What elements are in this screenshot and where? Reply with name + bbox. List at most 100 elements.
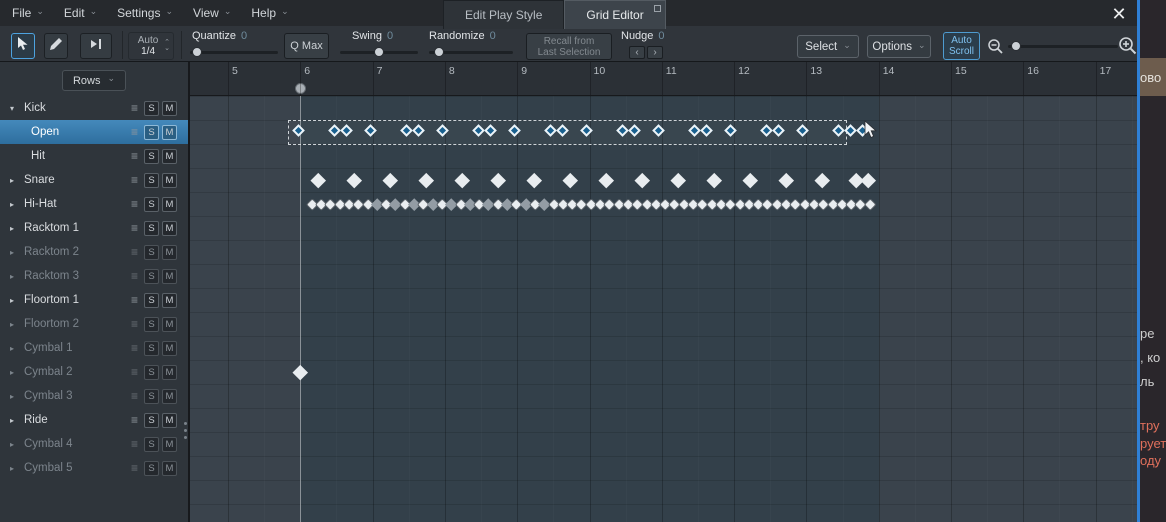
solo-button[interactable]: S xyxy=(144,364,159,380)
mute-button[interactable]: M xyxy=(162,364,177,380)
options-dropdown[interactable]: Options ⌄ xyxy=(867,35,931,58)
row-floortom-2[interactable]: ▸ Floortom 2 ≡ S M xyxy=(0,312,188,336)
solo-button[interactable]: S xyxy=(144,124,159,140)
auto-scroll-toggle[interactable]: Auto Scroll xyxy=(943,32,980,60)
chevron-right-icon[interactable]: ▸ xyxy=(10,176,21,185)
chevron-right-icon[interactable]: ▸ xyxy=(10,296,21,305)
row-menu-icon[interactable]: ≡ xyxy=(131,293,138,307)
menu-settings[interactable]: Settings ⌄ xyxy=(117,6,173,21)
swing-slider-knob[interactable] xyxy=(374,47,384,57)
row-cymbal-1[interactable]: ▸ Cymbal 1 ≡ S M xyxy=(0,336,188,360)
popout-icon[interactable] xyxy=(653,5,661,12)
randomize-slider[interactable] xyxy=(429,46,513,58)
chevron-right-icon[interactable]: ▸ xyxy=(10,392,21,401)
mute-button[interactable]: M xyxy=(162,292,177,308)
solo-button[interactable]: S xyxy=(144,172,159,188)
row-ride[interactable]: ▸ Ride ≡ S M xyxy=(0,408,188,432)
solo-button[interactable]: S xyxy=(144,388,159,404)
solo-button[interactable]: S xyxy=(144,268,159,284)
solo-button[interactable]: S xyxy=(144,196,159,212)
menu-edit[interactable]: Edit ⌄ xyxy=(64,6,97,21)
menu-help[interactable]: Help ⌄ xyxy=(251,6,288,21)
row-floortom-1[interactable]: ▸ Floortom 1 ≡ S M xyxy=(0,288,188,312)
randomize-slider-knob[interactable] xyxy=(434,47,444,57)
menu-file[interactable]: File ⌄ xyxy=(12,6,44,21)
mute-button[interactable]: M xyxy=(162,436,177,452)
solo-button[interactable]: S xyxy=(144,340,159,356)
chevron-right-icon[interactable]: ▸ xyxy=(10,248,21,257)
row-cymbal-5[interactable]: ▸ Cymbal 5 ≡ S M xyxy=(0,456,188,480)
mute-button[interactable]: M xyxy=(162,316,177,332)
swing-slider[interactable] xyxy=(340,46,418,58)
chevron-right-icon[interactable]: ▸ xyxy=(10,416,21,425)
menu-view[interactable]: View ⌄ xyxy=(193,6,231,21)
mute-button[interactable]: M xyxy=(162,100,177,116)
row-menu-icon[interactable]: ≡ xyxy=(131,125,138,139)
mute-button[interactable]: M xyxy=(162,196,177,212)
pointer-tool-button[interactable] xyxy=(11,33,35,59)
mute-button[interactable]: M xyxy=(162,388,177,404)
auto-grid-stepper[interactable]: Auto 1/4 ⌃ ⌄ xyxy=(128,32,174,60)
row-cymbal-3[interactable]: ▸ Cymbal 3 ≡ S M xyxy=(0,384,188,408)
mute-button[interactable]: M xyxy=(162,148,177,164)
ruler[interactable]: 5 6 7 8 9 10 11 12 13 14 15 16 17 xyxy=(190,62,1137,96)
tab-grid-editor[interactable]: Grid Editor xyxy=(564,0,666,29)
chevron-right-icon[interactable]: ▸ xyxy=(10,440,21,449)
zoom-in-button[interactable] xyxy=(1118,36,1138,61)
solo-button[interactable]: S xyxy=(144,220,159,236)
row-cymbal-4[interactable]: ▸ Cymbal 4 ≡ S M xyxy=(0,432,188,456)
row-menu-icon[interactable]: ≡ xyxy=(131,341,138,355)
mute-button[interactable]: M xyxy=(162,340,177,356)
chevron-right-icon[interactable]: ▸ xyxy=(10,368,21,377)
chevron-right-icon[interactable]: ▸ xyxy=(10,272,21,281)
row-menu-icon[interactable]: ≡ xyxy=(131,365,138,379)
solo-button[interactable]: S xyxy=(144,244,159,260)
mute-button[interactable]: M xyxy=(162,220,177,236)
stepper-down-icon[interactable]: ⌄ xyxy=(164,45,170,52)
row-racktom-3[interactable]: ▸ Racktom 3 ≡ S M xyxy=(0,264,188,288)
chevron-down-icon[interactable]: ▾ xyxy=(10,104,21,113)
solo-button[interactable]: S xyxy=(144,100,159,116)
zoom-slider[interactable] xyxy=(1008,40,1118,52)
nudge-right-button[interactable]: › xyxy=(647,46,663,59)
solo-button[interactable]: S xyxy=(144,436,159,452)
row-menu-icon[interactable]: ≡ xyxy=(131,221,138,235)
row-cymbal-2[interactable]: ▸ Cymbal 2 ≡ S M xyxy=(0,360,188,384)
pencil-tool-button[interactable] xyxy=(44,33,68,59)
close-button[interactable]: ✕ xyxy=(1107,2,1131,26)
solo-button[interactable]: S xyxy=(144,412,159,428)
row-menu-icon[interactable]: ≡ xyxy=(131,149,138,163)
rows-dropdown[interactable]: Rows ⌄ xyxy=(62,70,126,91)
row-menu-icon[interactable]: ≡ xyxy=(131,269,138,283)
chevron-right-icon[interactable]: ▸ xyxy=(10,320,21,329)
mute-button[interactable]: M xyxy=(162,460,177,476)
flam-tool-button[interactable] xyxy=(80,33,112,59)
select-dropdown[interactable]: Select ⌄ xyxy=(797,35,859,58)
row-menu-icon[interactable]: ≡ xyxy=(131,197,138,211)
row-snare[interactable]: ▸ Snare ≡ S M xyxy=(0,168,188,192)
row-menu-icon[interactable]: ≡ xyxy=(131,389,138,403)
chevron-right-icon[interactable]: ▸ xyxy=(10,344,21,353)
quantize-slider-knob[interactable] xyxy=(192,47,202,57)
row-menu-icon[interactable]: ≡ xyxy=(131,437,138,451)
row-menu-icon[interactable]: ≡ xyxy=(131,173,138,187)
zoom-slider-knob[interactable] xyxy=(1011,41,1021,51)
tab-edit-play-style[interactable]: Edit Play Style xyxy=(443,0,565,29)
chevron-right-icon[interactable]: ▸ xyxy=(10,200,21,209)
row-kick[interactable]: ▾ Kick ≡ S M xyxy=(0,96,188,120)
row-menu-icon[interactable]: ≡ xyxy=(131,317,138,331)
row-menu-icon[interactable]: ≡ xyxy=(131,101,138,115)
solo-button[interactable]: S xyxy=(144,460,159,476)
solo-button[interactable]: S xyxy=(144,148,159,164)
quantize-slider[interactable] xyxy=(190,46,278,58)
grid[interactable] xyxy=(190,96,1137,522)
row-menu-icon[interactable]: ≡ xyxy=(131,245,138,259)
playhead-line[interactable] xyxy=(300,96,301,522)
mute-button[interactable]: M xyxy=(162,124,177,140)
row-racktom-1[interactable]: ▸ Racktom 1 ≡ S M xyxy=(0,216,188,240)
panel-resize-handle[interactable] xyxy=(184,422,188,439)
qmax-button[interactable]: Q Max xyxy=(284,33,329,59)
row-racktom-2[interactable]: ▸ Racktom 2 ≡ S M xyxy=(0,240,188,264)
solo-button[interactable]: S xyxy=(144,316,159,332)
mute-button[interactable]: M xyxy=(162,172,177,188)
